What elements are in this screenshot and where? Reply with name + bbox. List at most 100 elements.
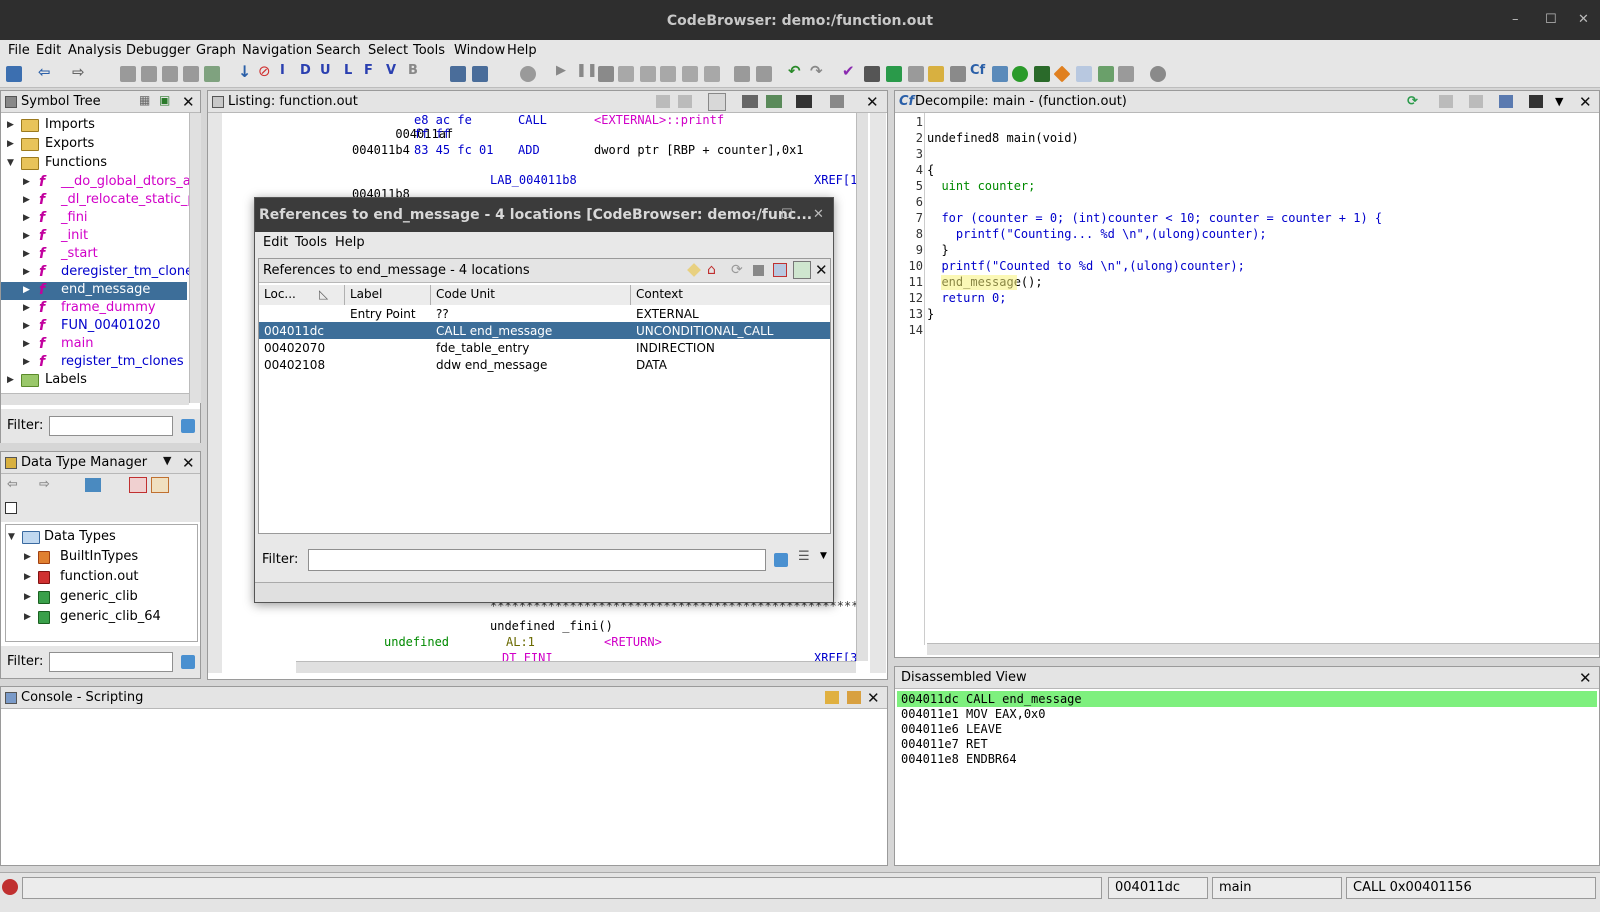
nav-icon[interactable] [204, 66, 220, 82]
snapshot-icon[interactable] [796, 95, 812, 108]
field-edit-icon[interactable] [742, 95, 758, 108]
expand-icon[interactable]: ▶ [23, 213, 30, 223]
column-header-context[interactable]: Context [631, 285, 830, 305]
listing-hscroll[interactable] [296, 661, 856, 673]
function-item[interactable]: ▶ f _init [1, 228, 187, 246]
expand-icon[interactable]: ▶ [23, 357, 30, 367]
listing-vscroll[interactable] [856, 113, 868, 661]
tree-item-builtin-types[interactable]: ▶ BuiltInTypes [6, 549, 196, 567]
copy-icon[interactable] [1439, 95, 1453, 108]
diamond-icon[interactable] [1053, 65, 1071, 83]
refresh-icon[interactable] [886, 66, 902, 82]
function-item[interactable]: ▶ f _fini [1, 210, 187, 228]
nav-icon[interactable] [141, 66, 157, 82]
step-icon[interactable] [660, 66, 676, 82]
expand-icon[interactable]: ▶ [23, 321, 30, 331]
close-button[interactable]: ✕ [1578, 12, 1589, 27]
step-icon[interactable] [682, 66, 698, 82]
tree-item-exports[interactable]: ▶ Exports [1, 136, 187, 154]
symbol-tree-filter-input[interactable] [49, 416, 173, 436]
lock-icon[interactable] [825, 691, 839, 704]
expand-icon[interactable]: ▶ [7, 139, 14, 149]
play-icon[interactable]: ▶ [556, 63, 572, 79]
function-item-selected[interactable]: ▶ f end_message [1, 282, 187, 300]
symbol-tree-hscroll[interactable] [1, 393, 189, 405]
archive-icon[interactable] [85, 478, 101, 492]
table-row[interactable]: 00402108 ddw end_message DATA [259, 356, 830, 373]
sync-icon[interactable]: ▣ [159, 93, 170, 107]
record-icon[interactable] [520, 66, 536, 82]
nav-icon[interactable] [162, 66, 178, 82]
expand-icon[interactable]: ▶ [23, 339, 30, 349]
symbol-tree-close-button[interactable]: ✕ [182, 93, 195, 111]
check-icon[interactable]: ✔ [842, 62, 858, 80]
redo-icon[interactable]: ↷ [810, 62, 826, 80]
dialog-close-button[interactable]: ✕ [813, 207, 824, 222]
filter-arrays-icon[interactable] [151, 477, 169, 493]
table-row-selected[interactable]: 004011dc CALL end_message UNCONDITIONAL_… [259, 322, 830, 339]
nav-icon[interactable] [183, 66, 199, 82]
decompile-hscroll[interactable] [927, 643, 1599, 655]
expand-icon[interactable]: ▶ [23, 195, 30, 205]
tree-item-generic-clib[interactable]: ▶ generic_clib [6, 589, 196, 607]
function-item[interactable]: ▶ f register_tm_clones [1, 354, 187, 372]
disasm-line[interactable]: 004011e7 RET [901, 737, 988, 751]
disassembled-view-close-button[interactable]: ✕ [1579, 669, 1592, 687]
code-line[interactable]: for (counter = 0; (int)counter < 10; cou… [927, 211, 1382, 225]
references-filter-input[interactable] [308, 549, 766, 571]
u-icon[interactable]: U [320, 63, 336, 79]
l-icon[interactable]: L [344, 63, 360, 79]
refresh-icon[interactable]: ⟳ [1407, 94, 1418, 109]
column-header-code-unit[interactable]: Code Unit [431, 285, 631, 305]
d-icon[interactable]: D [300, 63, 316, 79]
disasm-line[interactable]: 004011e8 ENDBR64 [901, 752, 1017, 766]
bytes-icon[interactable] [864, 66, 880, 82]
make-selection-icon[interactable] [793, 261, 811, 279]
code-line[interactable]: return 0; [927, 291, 1006, 305]
code-line[interactable]: { [927, 163, 934, 177]
function-item[interactable]: ▶ f frame_dummy [1, 300, 187, 318]
forward-arrow-icon[interactable]: ⇨ [39, 477, 50, 492]
i-icon[interactable]: I [280, 63, 296, 79]
function-item[interactable]: ▶ f deregister_tm_clones [1, 264, 189, 282]
memory-icon[interactable] [1034, 66, 1050, 82]
menu-search[interactable]: Search [316, 43, 361, 58]
graph-icon[interactable] [992, 66, 1008, 82]
filter-options-icon[interactable] [774, 553, 788, 567]
f-icon[interactable]: F [364, 63, 380, 79]
select-icon[interactable] [773, 263, 787, 277]
menu-help[interactable]: Help [507, 43, 537, 58]
help-icon[interactable] [1150, 66, 1166, 82]
decompile-close-button[interactable]: ✕ [1579, 93, 1592, 111]
expand-icon[interactable]: ▶ [24, 552, 31, 562]
window-icon[interactable] [950, 66, 966, 82]
expand-icon[interactable]: ▶ [24, 592, 31, 602]
menu-dropdown-icon[interactable]: ▼ [820, 551, 827, 561]
expand-icon[interactable]: ▶ [23, 285, 30, 295]
filter-options-icon[interactable] [181, 419, 195, 433]
menu-edit[interactable]: Edit [36, 43, 61, 58]
collapse-icon[interactable]: ▼ [8, 532, 15, 542]
undo-icon[interactable]: ↶ [788, 62, 804, 80]
symbol-tree-vscroll[interactable] [189, 113, 201, 403]
paste-icon[interactable] [678, 95, 692, 108]
menu-analysis[interactable]: Analysis [68, 43, 122, 58]
decompile-icon[interactable]: Cf [970, 63, 986, 79]
code-line[interactable]: uint counter; [927, 179, 1035, 193]
dialog-minimize-button[interactable]: – [749, 207, 756, 222]
data-type-manager-close-button[interactable]: ✕ [182, 454, 195, 472]
tree-item-imports[interactable]: ▶ Imports [1, 117, 187, 135]
expand-icon[interactable]: ▶ [23, 177, 30, 187]
tag-icon[interactable] [687, 263, 701, 277]
disasm-line[interactable]: 004011e1 MOV EAX,0x0 [901, 707, 1046, 721]
function-item[interactable]: ▶ f __do_global_dtors_aux [1, 174, 189, 192]
expand-icon[interactable]: ▶ [23, 267, 30, 277]
menu-dropdown-icon[interactable]: ▼ [163, 454, 171, 467]
references-table-close-button[interactable]: ✕ [815, 261, 828, 279]
export-icon[interactable] [1469, 95, 1483, 108]
maximize-button[interactable]: ☐ [1545, 12, 1557, 27]
disasm-line[interactable]: 004011e6 LEAVE [901, 722, 1002, 736]
step-icon[interactable] [704, 66, 720, 82]
function-item[interactable]: ▶ f FUN_00401020 [1, 318, 187, 336]
step-icon[interactable] [618, 66, 634, 82]
